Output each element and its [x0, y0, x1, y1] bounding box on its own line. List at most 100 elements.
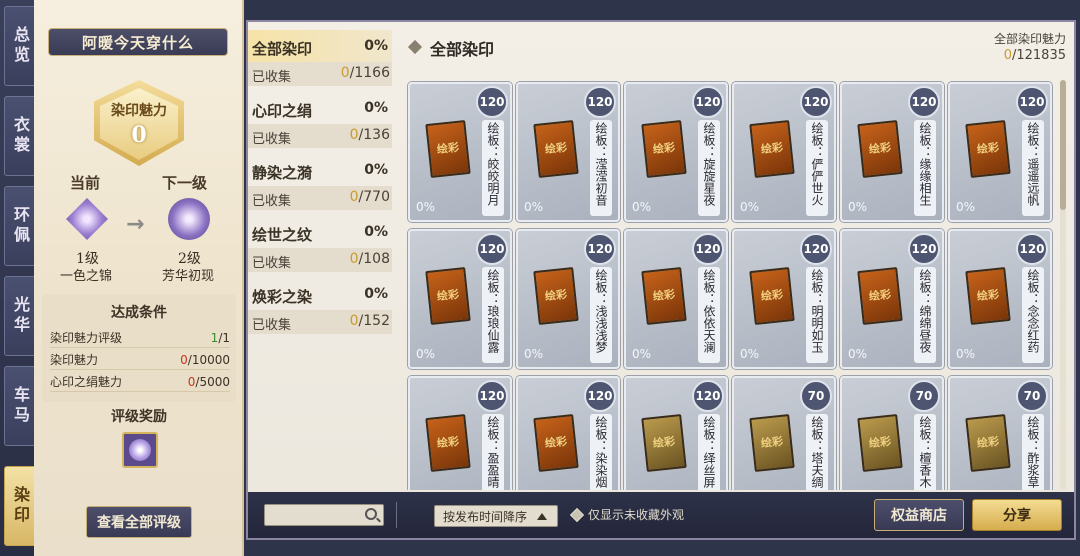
dye-card[interactable]: 绘彩 120 绘板：滢滢初音 0% — [516, 82, 620, 222]
card-progress: 0% — [956, 200, 976, 214]
category-quiet-ripple[interactable]: 静染之漪 0% 已收集 0/770 — [248, 154, 392, 216]
category-percent: 0% — [364, 286, 388, 302]
dye-card[interactable]: 绘彩 120 绘板：浅浅浅梦 0% — [516, 229, 620, 369]
card-progress: 0% — [524, 200, 544, 214]
tab-carriage[interactable]: 车马 — [4, 366, 36, 446]
card-name: 绘板：染染烟 — [590, 414, 612, 490]
category-percent: 0% — [364, 38, 388, 54]
category-collected: 已收集 0/152 — [248, 310, 392, 334]
search-icon[interactable] — [365, 508, 377, 520]
reward-title: 评级奖励 — [111, 409, 167, 425]
card-name: 绘板：塔夫绸 — [806, 414, 828, 490]
dye-card[interactable]: 绘彩 70 绘板：酢浆草 — [948, 376, 1052, 490]
total-charm-label: 全部染印魅力 — [993, 32, 1066, 46]
card-name: 绘板：浅浅浅梦 — [590, 267, 612, 363]
tab-radiance[interactable]: 光华 — [4, 276, 36, 356]
painting-board-icon: 绘彩 — [965, 267, 1011, 325]
card-name: 绘板：皎皎明月 — [482, 120, 504, 216]
dye-card[interactable]: 绘彩 120 绘板：遥遥远帆 0% — [948, 82, 1052, 222]
condition-value: 0/5000 — [187, 374, 230, 389]
bottom-toolbar: 按发布时间降序 仅显示未收藏外观 权益商店 分享 — [248, 492, 1074, 538]
condition-row: 染印魅力 0/10000 — [50, 350, 230, 370]
main-panel: 全部染印 0% 已收集 0/1166 心印之绢 0% 已收集 0/136 静染之… — [246, 20, 1076, 540]
dye-card[interactable]: 绘彩 120 绘板：绎丝屏 — [624, 376, 728, 490]
card-progress: 0% — [740, 200, 760, 214]
card-name: 绘板：盈盈晴 — [482, 414, 504, 490]
collected-value: 0/136 — [349, 127, 390, 143]
dye-card[interactable]: 绘彩 120 绘板：盈盈晴 — [408, 376, 512, 490]
card-level-badge: 120 — [476, 86, 508, 118]
triangle-up-icon — [537, 513, 547, 520]
card-level-badge: 120 — [584, 233, 616, 265]
card-level-badge: 70 — [800, 380, 832, 412]
collected-label: 已收集 — [252, 318, 292, 333]
dye-card[interactable]: 绘彩 120 绘板：依依天澜 0% — [624, 229, 728, 369]
dye-card[interactable]: 绘彩 120 绘板：旋旋星夜 0% — [624, 82, 728, 222]
tab-label: 环佩 — [11, 206, 30, 246]
collected-value: 0/1166 — [340, 65, 390, 81]
grid-scrollbar[interactable] — [1060, 80, 1066, 490]
filter-checkbox[interactable] — [569, 507, 585, 523]
card-progress: 0% — [848, 347, 868, 361]
card-name: 绘板：滢滢初音 — [590, 120, 612, 216]
tab-clothing[interactable]: 衣裳 — [4, 96, 36, 176]
condition-label: 染印魅力评级 — [50, 331, 123, 345]
category-name: 绘世之纹 — [252, 226, 313, 244]
card-progress: 0% — [524, 347, 544, 361]
dye-card[interactable]: 绘彩 70 绘板：塔夫绸 — [732, 376, 836, 490]
card-level-badge: 120 — [692, 380, 724, 412]
dye-card[interactable]: 绘彩 120 绘板：染染烟 — [516, 376, 620, 490]
card-level-badge: 120 — [800, 233, 832, 265]
condition-label: 染印魅力 — [50, 353, 99, 367]
tab-dye[interactable]: 染印 — [4, 466, 36, 546]
tab-accessories[interactable]: 环佩 — [4, 186, 36, 266]
category-percent: 0% — [364, 224, 388, 240]
sort-label: 按发布时间降序 — [443, 509, 528, 524]
tab-label: 衣裳 — [11, 116, 30, 156]
dye-card[interactable]: 绘彩 120 绘板：缘缘相生 0% — [840, 82, 944, 222]
dye-card[interactable]: 绘彩 70 绘板：檀香木 — [840, 376, 944, 490]
card-name: 绘板：檀香木 — [914, 414, 936, 490]
card-level-badge: 120 — [476, 380, 508, 412]
dye-card[interactable]: 绘彩 120 绘板：明明如玉 0% — [732, 229, 836, 369]
share-button[interactable]: 分享 — [972, 499, 1062, 531]
card-name: 绘板：酢浆草 — [1022, 414, 1044, 490]
next-level-icon — [168, 198, 210, 240]
search-input[interactable] — [264, 504, 384, 526]
dye-card[interactable]: 绘彩 120 绘板：念念红药 0% — [948, 229, 1052, 369]
dye-card[interactable]: 绘彩 120 绘板：绵绵昼夜 0% — [840, 229, 944, 369]
card-name: 绘板：俨俨世火 — [806, 120, 828, 216]
card-level-badge: 120 — [908, 86, 940, 118]
category-world-pattern[interactable]: 绘世之纹 0% 已收集 0/108 — [248, 216, 392, 278]
filter-label: 仅显示未收藏外观 — [588, 508, 685, 522]
category-name: 心印之绢 — [252, 102, 313, 120]
tab-overview[interactable]: 总览 — [4, 6, 36, 86]
category-percent: 0% — [364, 162, 388, 178]
category-collected: 已收集 0/1166 — [248, 62, 392, 86]
view-all-ratings-button[interactable]: 查看全部评级 — [86, 506, 192, 538]
dye-card[interactable]: 绘彩 120 绘板：俨俨世火 0% — [732, 82, 836, 222]
scroll-thumb[interactable] — [1060, 80, 1066, 210]
card-level-badge: 120 — [1016, 86, 1048, 118]
category-bright-dye[interactable]: 焕彩之染 0% 已收集 0/152 — [248, 278, 392, 340]
category-heart-silk[interactable]: 心印之绢 0% 已收集 0/136 — [248, 92, 392, 154]
benefits-shop-button[interactable]: 权益商店 — [874, 499, 964, 531]
card-progress: 0% — [632, 200, 652, 214]
category-all[interactable]: 全部染印 0% 已收集 0/1166 — [248, 30, 392, 92]
painting-board-icon: 绘彩 — [425, 120, 471, 178]
card-progress: 0% — [956, 347, 976, 361]
condition-label: 心印之绢魅力 — [50, 375, 123, 389]
painting-board-icon: 绘彩 — [641, 120, 687, 178]
dye-card[interactable]: 绘彩 120 绘板：琅琅仙露 0% — [408, 229, 512, 369]
card-level-badge: 120 — [692, 233, 724, 265]
card-level-badge: 120 — [908, 233, 940, 265]
card-level-badge: 120 — [584, 380, 616, 412]
card-name: 绘板：明明如玉 — [806, 267, 828, 363]
reward-item-icon[interactable] — [122, 432, 158, 468]
card-name: 绘板：琅琅仙露 — [482, 267, 504, 363]
card-level-badge: 120 — [800, 86, 832, 118]
dye-card[interactable]: 绘彩 120 绘板：皎皎明月 0% — [408, 82, 512, 222]
next-level-heading: 下一级 — [162, 174, 208, 192]
next-level-name: 芳华初现 — [162, 269, 215, 284]
sort-dropdown[interactable]: 按发布时间降序 — [434, 505, 558, 527]
